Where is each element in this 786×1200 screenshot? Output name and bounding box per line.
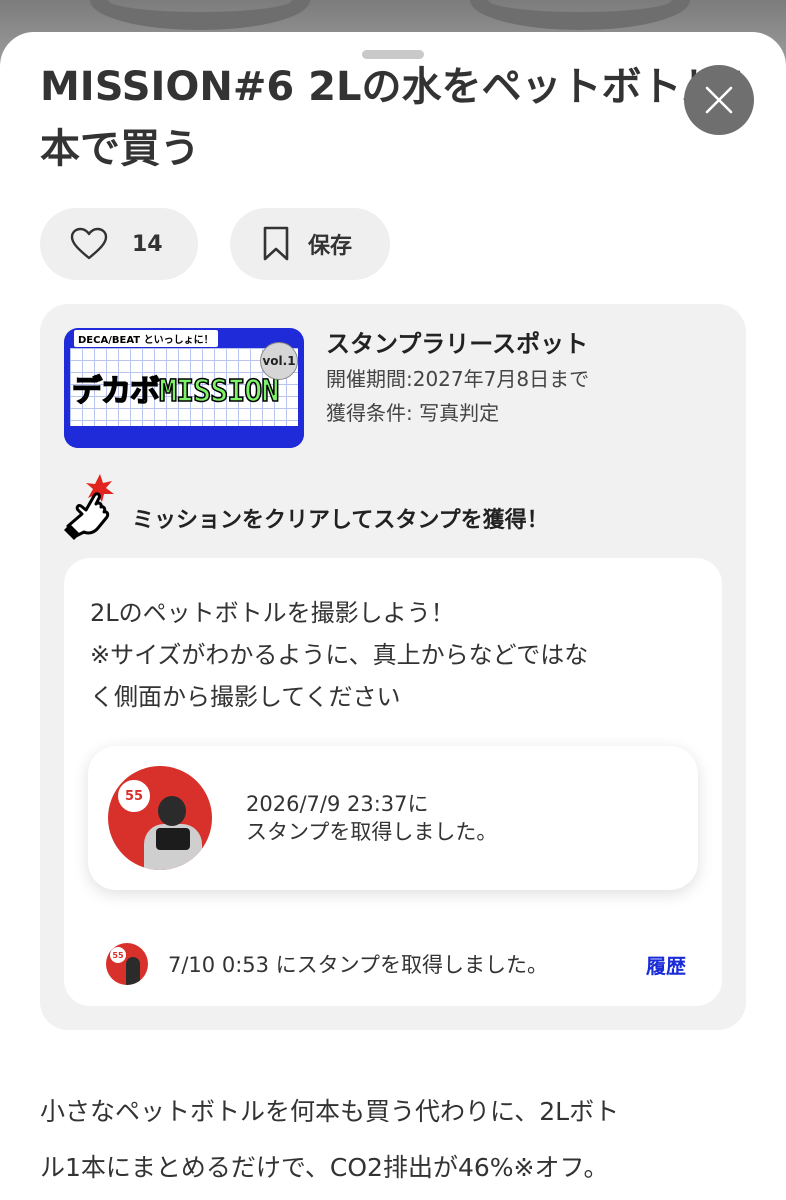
page-title: MISSION#6 2Lの水をペットボトル1 本で買う [40,56,740,180]
stamp-badge: 55 [116,778,152,814]
like-count: 14 [132,231,163,257]
stamp-person-head [158,796,186,826]
banner-top-text: DECA/BEAT といっしょに！ [74,330,218,347]
body-line: 小さなペットボトルを何本も買う代わりに、2Lボト [40,1097,620,1126]
close-button[interactable] [684,65,754,135]
bottom-sheet: MISSION#6 2Lの水をペットボトル1 本で買う 14 保存 DECA/B… [0,32,786,1200]
pointing-hand-icon [64,474,114,540]
backdrop-shape [90,0,310,30]
save-button[interactable]: 保存 [230,208,390,280]
stamp-history-row: 55 7/10 0:53 にスタンプを取得しました。 履歴 [106,942,686,986]
spot-condition: 獲得条件: 写真判定 [326,401,500,425]
article-body: 小さなペットボトルを何本も買う代わりに、2Lボト ル1本にまとめるだけで、CO2… [40,1084,750,1196]
avatar: 55 [106,943,148,985]
history-link[interactable]: 履歴 [646,950,686,979]
mission-cta: ミッションをクリアしてスタンプを獲得！ [132,508,549,533]
save-label: 保存 [308,234,353,259]
acquired-stamp-box: 55 2026/7/9 23:37に スタンプを取得しました。 [88,746,698,890]
description-line: 2Lのペットボトルを撮影しよう！ [90,599,455,627]
stamp-message: スタンプを取得しました。 [246,820,498,844]
history-text: 7/10 0:53 にスタンプを取得しました。 [168,953,549,977]
banner-title: デカボMISSION [71,373,280,410]
description-line: ※サイズがわかるように、真上からなどではな [90,641,589,669]
like-button[interactable]: 14 [40,208,198,280]
spot-period: 開催期間:2027年7月8日まで [326,367,590,391]
body-line: ル1本にまとめるだけで、CO2排出が46%※オフ。 [40,1153,609,1182]
spot-type-label: スタンプラリースポット [326,330,589,358]
backdrop-shape [470,0,690,30]
stamp-acquired-text: 2026/7/9 23:37に スタンプを取得しました。 [246,790,497,846]
stamp-time: 2026/7/9 23:37に [246,792,429,816]
stamp-image: 55 [108,766,212,870]
stamp-person-top [156,828,190,850]
heart-icon [70,227,108,260]
mission-banner-image: DECA/BEAT といっしょに！ デカボMISSION vol.1 [64,328,304,448]
description-line: く側面から撮影してください [90,683,401,711]
close-icon [705,86,733,114]
spot-info: スタンプラリースポット 開催期間:2027年7月8日まで 獲得条件: 写真判定 [326,328,589,428]
bookmark-icon [263,226,289,261]
title-line: MISSION#6 2Lの水をペットボトル1 [40,64,740,110]
avatar-badge: 55 [110,947,126,963]
banner-bottom-bar [64,426,304,448]
stamp-spot-card: DECA/BEAT といっしょに！ デカボMISSION vol.1 スタンプラ… [40,304,746,1030]
banner-vol: vol.1 [260,342,298,380]
title-line: 本で買う [40,126,200,172]
mission-description: 2Lのペットボトルを撮影しよう！ ※サイズがわかるように、真上からなどではな く… [90,592,700,718]
avatar-person [126,957,140,985]
mission-detail-card: 2Lのペットボトルを撮影しよう！ ※サイズがわかるように、真上からなどではな く… [64,558,722,1006]
